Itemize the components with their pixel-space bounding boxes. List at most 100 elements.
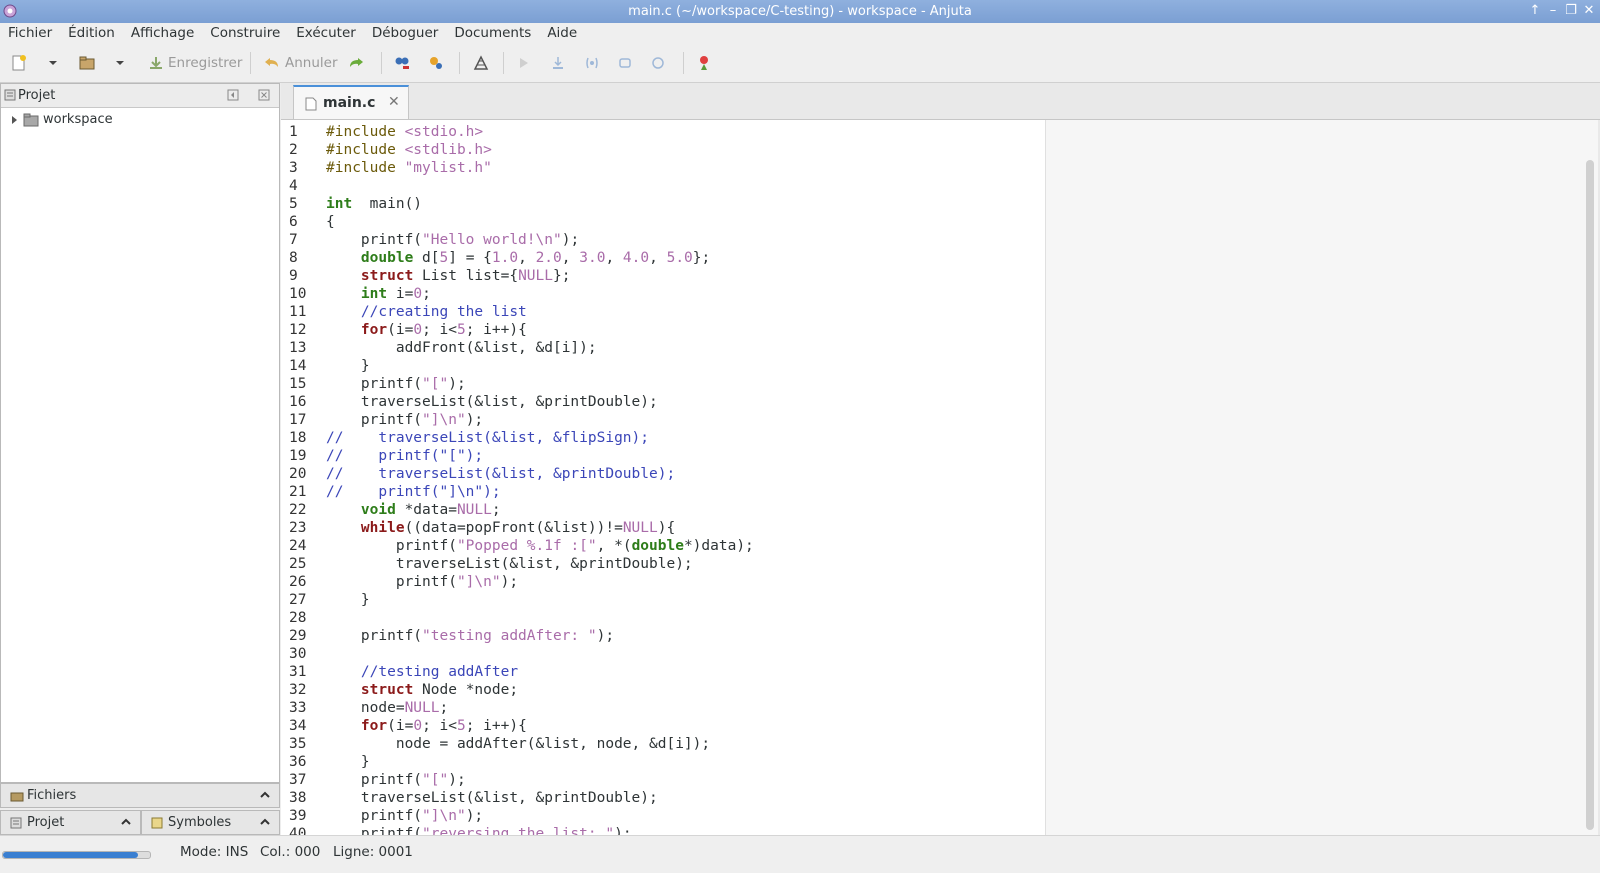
dock-icon[interactable] — [227, 89, 239, 101]
tree-item-label: workspace — [43, 112, 113, 127]
toolbar-separator — [459, 52, 460, 74]
tree-item-workspace[interactable]: workspace — [11, 112, 113, 127]
new-file-button[interactable] — [10, 53, 28, 73]
tab-label: main.c — [323, 95, 376, 111]
status-line: Ligne: 0001 — [333, 844, 413, 860]
close-tab-icon[interactable]: ✕ — [388, 94, 400, 110]
code-token: 0 — [413, 718, 423, 734]
code-token: , *( — [596, 538, 632, 554]
replace-button[interactable] — [427, 53, 445, 73]
expander-arrow-icon[interactable] — [11, 115, 19, 125]
code-token: List list={ — [413, 268, 519, 284]
build-button[interactable] — [472, 53, 490, 73]
window-shade-icon[interactable]: ↑ — [1528, 2, 1542, 20]
code-text: node=NULL; — [326, 699, 448, 717]
tab-main-c[interactable]: main.c ✕ — [293, 85, 409, 119]
code-token: , — [518, 250, 536, 266]
code-token: 5 — [456, 718, 466, 734]
code-text: // traverseList(&list, &printDouble); — [326, 465, 675, 483]
new-file-icon — [12, 55, 26, 71]
code-token: while — [360, 520, 405, 536]
code-token: printf( — [326, 826, 423, 835]
menu-deboguer[interactable]: Déboguer — [364, 23, 447, 44]
code-token: ); — [596, 628, 615, 644]
code-token: 2.0 — [535, 250, 562, 266]
vertical-scrollbar[interactable] — [1586, 160, 1594, 830]
breakpoint-icon — [700, 56, 708, 70]
run-button[interactable] — [516, 53, 532, 73]
step-into-button[interactable] — [584, 53, 600, 73]
code-text: traverseList(&list, &printDouble); — [326, 555, 693, 573]
window-title: main.c (~/workspace/C-testing) - workspa… — [628, 4, 972, 19]
step-out-icon — [619, 58, 631, 68]
tab-fichiers[interactable]: Fichiers — [0, 783, 280, 808]
tab-projet-label: Projet — [27, 815, 65, 830]
code-text: #include <stdlib.h> — [326, 141, 492, 159]
menu-fichier[interactable]: Fichier — [0, 23, 60, 44]
continue-icon — [652, 57, 664, 69]
menu-edition[interactable]: Édition — [60, 23, 123, 44]
code-token: ; — [422, 286, 431, 302]
close-icon[interactable] — [258, 89, 270, 101]
code-token: ((data=popFront(&list))!= — [404, 520, 623, 536]
code-token: NULL — [518, 268, 553, 284]
chevron-down-icon — [116, 61, 124, 65]
window-minimize-icon[interactable]: – — [1546, 2, 1560, 20]
find-button[interactable] — [393, 53, 411, 73]
line-number: 28 — [289, 610, 307, 626]
line-number: 24 — [289, 538, 307, 554]
line-number: 22 — [289, 502, 307, 518]
breakpoint-button[interactable] — [696, 53, 712, 73]
open-file-button[interactable] — [78, 53, 96, 73]
code-text: // traverseList(&list, &flipSign); — [326, 429, 649, 447]
code-token: "reversing the list: " — [422, 826, 615, 835]
progress-fill — [3, 852, 139, 858]
line-number: 12 — [289, 322, 307, 338]
code-token: } — [326, 754, 370, 770]
code-token: , — [561, 250, 580, 266]
open-file-dropdown[interactable] — [114, 53, 126, 73]
line-number: 37 — [289, 772, 307, 788]
menu-construire[interactable]: Construire — [202, 23, 288, 44]
save-button[interactable]: Enregistrer — [148, 53, 242, 73]
code-token: *data= — [395, 502, 457, 518]
line-number: 15 — [289, 376, 307, 392]
code-editor[interactable]: 1 #include <stdio.h> 2 #include <stdlib.h> 3… — [281, 120, 1598, 835]
menu-aide[interactable]: Aide — [539, 23, 585, 44]
redo-button[interactable] — [347, 53, 365, 73]
tab-projet[interactable]: Projet — [0, 810, 141, 835]
line-number: 9 — [289, 268, 298, 284]
code-text: traverseList(&list, &printDouble); — [326, 789, 658, 807]
code-token: NULL — [622, 520, 658, 536]
line-number: 16 — [289, 394, 307, 410]
line-number: 33 — [289, 700, 307, 716]
undo-button[interactable]: Annuler — [263, 53, 338, 73]
code-token: node = addAfter(&list, node, &d[i]); — [326, 736, 711, 752]
code-text: printf("reversing the list: "); — [326, 825, 632, 835]
code-token: ); — [561, 232, 580, 248]
continue-button[interactable] — [650, 53, 666, 73]
window-maximize-icon[interactable]: ❐ — [1564, 2, 1578, 20]
menu-affichage[interactable]: Affichage — [123, 23, 202, 44]
build-icon — [473, 55, 489, 70]
code-text: for(i=0; i<5; i++){ — [326, 717, 527, 735]
line-number: 29 — [289, 628, 307, 644]
line-number: 14 — [289, 358, 307, 374]
code-token: "Popped %.1f :[" — [456, 538, 597, 554]
code-token: "]\n" — [422, 808, 466, 824]
window-close-icon[interactable]: ✕ — [1582, 2, 1596, 20]
step-over-button[interactable] — [550, 53, 566, 73]
code-token: } — [326, 592, 370, 608]
tab-symboles[interactable]: Symboles — [141, 810, 280, 835]
menu-documents[interactable]: Documents — [446, 23, 539, 44]
tab-symboles-label: Symboles — [168, 815, 232, 830]
undo-icon — [265, 58, 278, 67]
step-out-button[interactable] — [617, 53, 633, 73]
new-file-dropdown[interactable] — [47, 53, 59, 73]
project-icon — [10, 817, 22, 829]
menu-executer[interactable]: Exécuter — [288, 23, 364, 44]
code-token: ); — [614, 826, 632, 835]
